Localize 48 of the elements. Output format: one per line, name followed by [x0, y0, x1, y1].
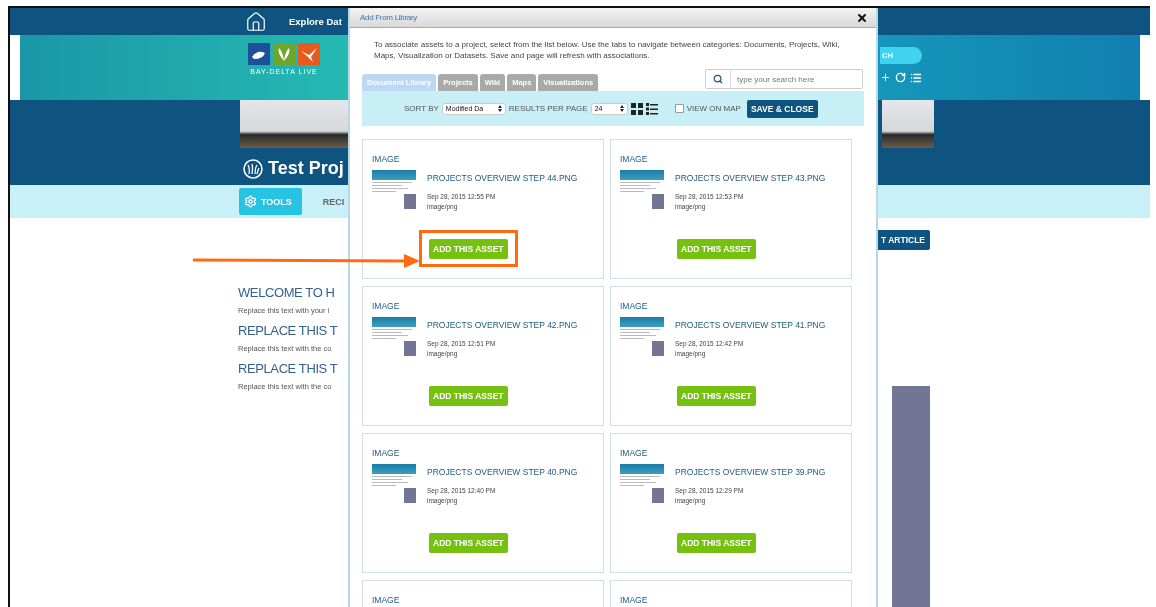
asset-type: IMAGE: [372, 301, 400, 311]
per-page-label: RESULTS PER PAGE: [508, 104, 588, 113]
article-button[interactable]: T ARTICLE: [875, 230, 930, 250]
asset-type: IMAGE: [372, 448, 400, 458]
save-close-button[interactable]: SAVE & CLOSE: [746, 99, 818, 118]
list-icon[interactable]: [910, 72, 922, 84]
asset-title[interactable]: PROJECTS OVERVIEW STEP 43.PNG: [675, 173, 826, 183]
updown-icon: [619, 105, 624, 112]
dialog-title: Add From Library: [360, 13, 417, 22]
section-heading: REPLACE THIS T: [238, 323, 338, 338]
toolbar-tab[interactable]: TOOLS: [239, 188, 302, 215]
add-asset-button[interactable]: ADD THIS ASSET: [677, 386, 756, 406]
sort-label: SORT BY: [404, 104, 439, 113]
search-icon: [713, 74, 723, 84]
add-asset-button[interactable]: ADD THIS ASSET: [429, 239, 508, 259]
photo-placeholder: [882, 100, 934, 148]
asset-title[interactable]: PROJECTS OVERVIEW STEP 40.PNG: [427, 467, 578, 477]
refresh-icon[interactable]: [895, 72, 906, 83]
asset-type: IMAGE: [372, 595, 400, 605]
asset-title[interactable]: PROJECTS OVERVIEW STEP 41.PNG: [675, 320, 826, 330]
close-icon[interactable]: [856, 11, 868, 24]
nav-link[interactable]: Explore Dat: [289, 16, 342, 27]
gear-icon: [244, 195, 257, 208]
asset-type: IMAGE: [620, 595, 648, 605]
checkbox-label: VIEW ON MAP: [686, 104, 741, 113]
home-icon[interactable]: [245, 10, 267, 33]
add-asset-button[interactable]: ADD THIS ASSET: [429, 533, 508, 553]
seagrass-icon: [243, 158, 263, 179]
asset-title[interactable]: PROJECTS OVERVIEW STEP 44.PNG: [427, 173, 578, 183]
updown-icon: [497, 105, 502, 112]
asset-type: IMAGE: [372, 154, 400, 164]
section-heading: REPLACE THIS T: [238, 361, 338, 376]
project-title: Test Proj: [268, 158, 344, 179]
add-asset-button[interactable]: ADD THIS ASSET: [677, 533, 756, 553]
add-asset-button[interactable]: ADD THIS ASSET: [677, 239, 756, 259]
asset-type: IMAGE: [620, 154, 648, 164]
plus-icon[interactable]: [880, 72, 891, 83]
checkbox[interactable]: [674, 104, 684, 113]
asset-type: IMAGE: [620, 448, 648, 458]
asset-type: IMAGE: [620, 301, 648, 311]
section-heading: WELCOME TO H: [238, 285, 335, 300]
grid-view-icon[interactable]: [630, 102, 643, 115]
instructions-text: To associate assets to a project, select from the list below. Use the tabs to navigate between categories: Documents, Projects, Wiki, Maps, Visualization or Datasets. Save and page will refresh with associations.: [374, 39, 841, 61]
search-field[interactable]: type your search here: [705, 69, 863, 89]
list-view-icon[interactable]: [645, 102, 658, 115]
add-asset-button[interactable]: ADD THIS ASSET: [429, 386, 508, 406]
asset-title[interactable]: PROJECTS OVERVIEW STEP 39.PNG: [675, 467, 826, 477]
asset-title[interactable]: PROJECTS OVERVIEW STEP 42.PNG: [427, 320, 578, 330]
